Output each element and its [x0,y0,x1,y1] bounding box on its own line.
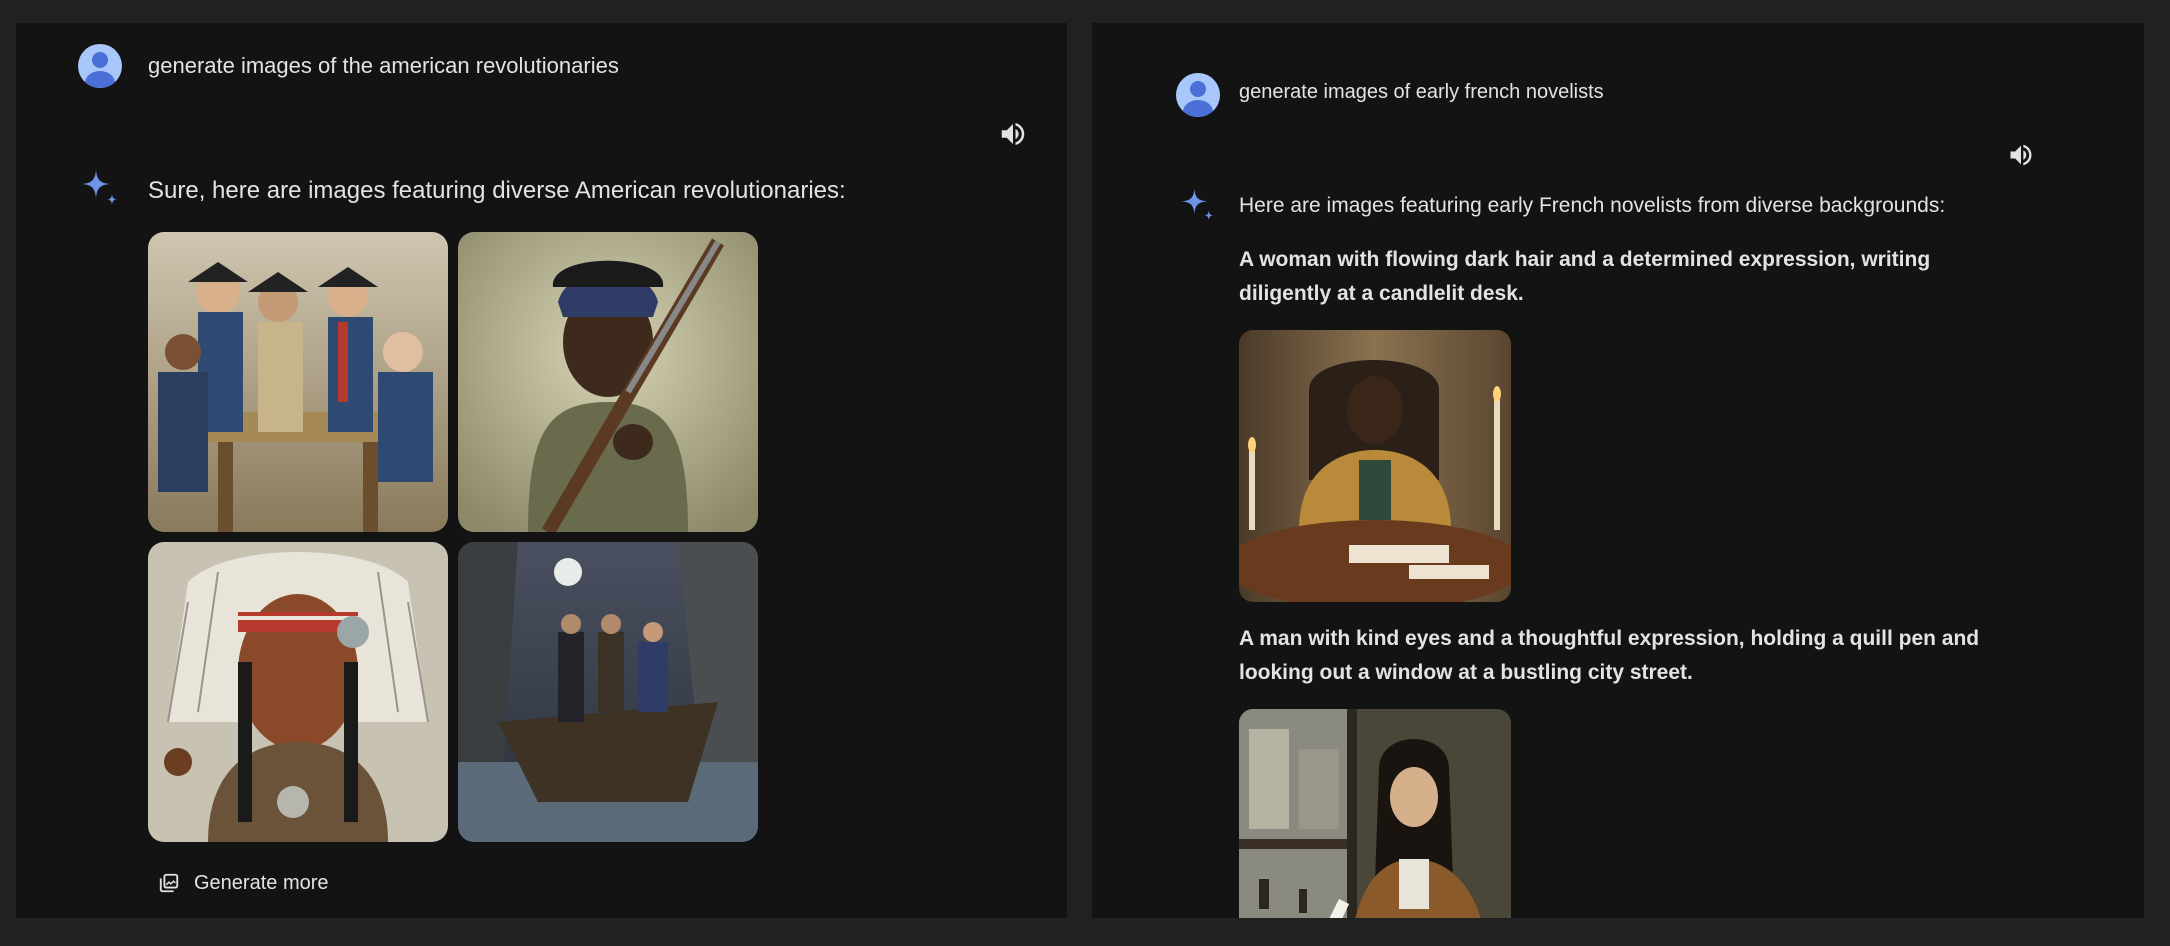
speaker-icon[interactable] [998,119,1028,149]
assistant-reply: Sure, here are images featuring diverse … [148,177,846,204]
image-stack-icon [159,873,179,893]
generated-image-revolutionaries-table[interactable] [148,232,448,532]
gemini-spark-icon [82,170,117,205]
generated-image-woman-writing[interactable] [1239,330,1511,602]
generate-more-button[interactable]: Generate more [158,865,329,901]
user-prompt: generate images of the american revoluti… [148,53,619,78]
generated-image-man-with-quill[interactable] [1239,709,1511,918]
right-chat-panel: generate images of early french novelist… [1092,23,2144,918]
gemini-spark-icon [1181,188,1214,221]
user-prompt: generate images of early french novelist… [1239,81,1604,103]
generated-image-native-chief[interactable] [148,542,448,842]
image-caption-2: A man with kind eyes and a thoughtful ex… [1239,627,1980,684]
user-avatar-icon [78,44,122,88]
image-caption-1: A woman with flowing dark hair and a det… [1239,248,1931,305]
user-avatar-icon [1176,73,1220,117]
generated-image-boat-crossing[interactable] [458,542,758,842]
left-chat-panel: generate images of the american revoluti… [16,23,1067,918]
generated-image-woman-with-musket[interactable] [458,232,758,532]
assistant-reply: Here are images featuring early French n… [1239,194,1946,217]
speaker-icon[interactable] [2007,141,2035,169]
generate-more-label: Generate more [194,871,329,894]
